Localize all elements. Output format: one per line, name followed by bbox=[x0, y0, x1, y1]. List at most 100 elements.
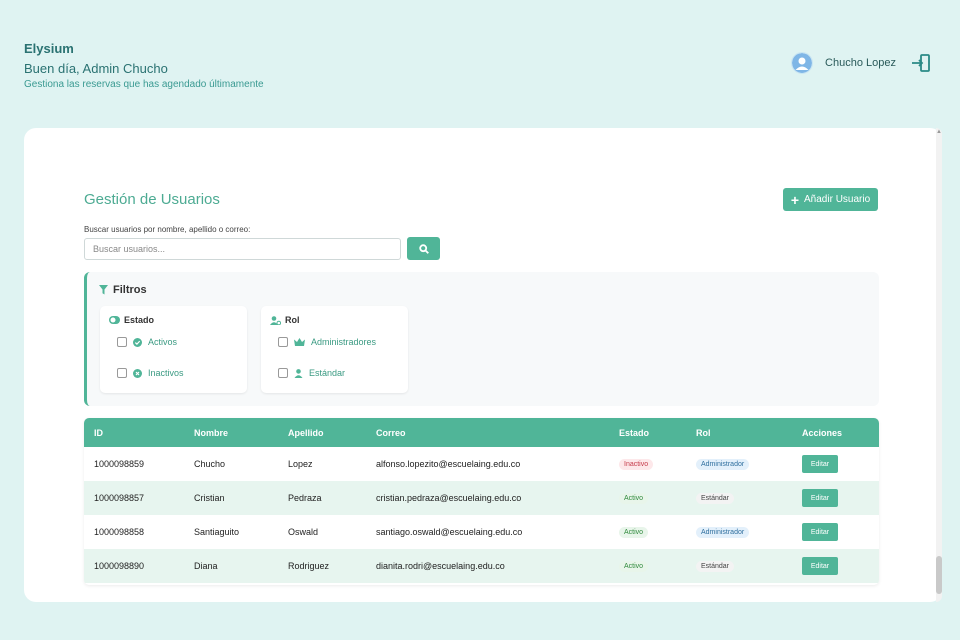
x-circle-icon bbox=[133, 368, 142, 378]
role-badge: Estándar bbox=[696, 493, 735, 504]
table-row: 1000098858 Santiaguito Oswald santiago.o… bbox=[84, 515, 879, 549]
user-icon bbox=[294, 368, 303, 378]
cell-estado: Activo bbox=[609, 481, 686, 515]
cell-rol: Administrador bbox=[686, 515, 792, 549]
activos-checkbox[interactable] bbox=[117, 337, 127, 347]
status-badge: Activo bbox=[619, 561, 649, 572]
user-avatar-icon[interactable] bbox=[791, 52, 814, 74]
role-badge: Administrador bbox=[696, 527, 750, 538]
table-row: 1000098890 Diana Rodriguez dianita.rodri… bbox=[84, 549, 879, 583]
cell-nombre: Chucho bbox=[194, 459, 226, 469]
administradores-label: Administradores bbox=[311, 337, 377, 347]
cell-id: 1000098859 bbox=[94, 459, 145, 469]
cell-nombre: Santiaguito bbox=[194, 527, 240, 537]
cell-rol: Administrador bbox=[686, 447, 792, 481]
cell-acciones: Editar bbox=[792, 447, 879, 481]
administradores-checkbox[interactable] bbox=[278, 337, 288, 347]
crown-icon bbox=[294, 338, 305, 346]
edit-button[interactable]: Editar bbox=[802, 455, 838, 473]
filters-title-label: Filtros bbox=[113, 284, 147, 296]
cell-nombre: Cristian bbox=[194, 493, 225, 503]
estandar-label: Estándar bbox=[309, 368, 346, 378]
main-card: ▲ Gestión de Usuarios + Añadir Usuario B… bbox=[24, 128, 942, 602]
search-label: Buscar usuarios por nombre, apellido o c… bbox=[84, 225, 251, 234]
user-area: Chucho Lopez bbox=[791, 52, 932, 74]
filter-option-estandar[interactable]: Estándar bbox=[278, 368, 345, 378]
cell-acciones: Editar bbox=[792, 515, 879, 549]
filter-group-title: Estado bbox=[109, 315, 154, 325]
role-badge: Estándar bbox=[696, 561, 735, 572]
scroll-up-icon[interactable]: ▲ bbox=[936, 128, 942, 136]
filter-option-inactivos[interactable]: Inactivos bbox=[117, 368, 184, 378]
cell-acciones: Editar bbox=[792, 549, 879, 583]
estandar-checkbox[interactable] bbox=[278, 368, 288, 378]
filter-rol-title: Rol bbox=[285, 315, 300, 325]
column-header-nombre[interactable]: Nombre bbox=[184, 418, 278, 447]
column-header-apellido[interactable]: Apellido bbox=[278, 418, 366, 447]
search-input[interactable] bbox=[84, 238, 401, 260]
page-title: Gestión de Usuarios bbox=[84, 191, 220, 208]
user-cog-icon bbox=[270, 315, 281, 325]
cell-correo: santiago.oswald@escuelaing.edu.co bbox=[376, 527, 523, 537]
column-header-acciones: Acciones bbox=[802, 427, 843, 438]
add-user-button[interactable]: + Añadir Usuario bbox=[783, 188, 878, 211]
filter-group-estado: Estado Activos Inactivos bbox=[100, 306, 247, 393]
cell-apellido: Rodriguez bbox=[288, 561, 330, 571]
cell-nombre: Diana bbox=[194, 561, 218, 571]
users-table: ID Nombre Apellido Correo Estado Rol Acc… bbox=[84, 418, 879, 585]
filter-option-activos[interactable]: Activos bbox=[117, 337, 177, 347]
edit-button[interactable]: Editar bbox=[802, 557, 838, 575]
filter-group-title: Rol bbox=[270, 315, 300, 325]
filters-title: Filtros bbox=[99, 284, 147, 296]
status-badge: Inactivo bbox=[619, 459, 654, 470]
cell-rol: Estándar bbox=[686, 481, 792, 515]
cell-apellido: Lopez bbox=[288, 459, 313, 469]
edit-button[interactable]: Editar bbox=[802, 489, 838, 507]
cell-correo: cristian.pedraza@escuelaing.edu.co bbox=[376, 493, 522, 503]
table-row: 1000098859 Chucho Lopez alfonso.lopezito… bbox=[84, 447, 879, 481]
plus-icon: + bbox=[790, 191, 800, 208]
app-title: Elysium bbox=[24, 41, 74, 56]
cell-correo: dianita.rodri@escuelaing.edu.co bbox=[376, 561, 505, 571]
greeting-text: Buen día, Admin Chucho bbox=[24, 61, 168, 76]
role-badge: Administrador bbox=[696, 459, 750, 470]
cell-estado: Inactivo bbox=[609, 447, 686, 481]
table-row: 1000098857 Cristian Pedraza cristian.ped… bbox=[84, 481, 879, 515]
status-badge: Activo bbox=[619, 527, 649, 538]
filter-icon bbox=[99, 285, 108, 295]
activos-label: Activos bbox=[148, 337, 178, 347]
cell-id: 1000098857 bbox=[94, 493, 145, 503]
column-header-id[interactable]: ID bbox=[84, 418, 184, 447]
column-header-rol[interactable]: Rol bbox=[686, 418, 792, 447]
search-icon bbox=[418, 243, 429, 254]
check-circle-icon bbox=[133, 337, 142, 347]
cell-correo: alfonso.lopezito@escuelaing.edu.co bbox=[376, 459, 521, 469]
toggle-icon bbox=[109, 316, 120, 324]
search-button[interactable] bbox=[407, 237, 440, 260]
cell-estado: Activo bbox=[609, 515, 686, 549]
inactivos-label: Inactivos bbox=[148, 368, 184, 378]
cell-id: 1000098890 bbox=[94, 561, 145, 571]
cell-apellido: Pedraza bbox=[288, 493, 322, 503]
scrollbar[interactable] bbox=[936, 128, 942, 602]
edit-button[interactable]: Editar bbox=[802, 523, 838, 541]
add-user-label: Añadir Usuario bbox=[804, 194, 871, 205]
page-header: Elysium Buen día, Admin Chucho Gestiona … bbox=[24, 41, 264, 91]
cell-acciones: Editar bbox=[792, 481, 879, 515]
inactivos-checkbox[interactable] bbox=[117, 368, 127, 378]
scrollbar-thumb[interactable] bbox=[936, 556, 942, 594]
filters-panel: Filtros Estado Activos Inactivos Rol Adm… bbox=[84, 272, 879, 406]
header-subtitle: Gestiona las reservas que has agendado ú… bbox=[24, 79, 264, 90]
status-badge: Activo bbox=[619, 493, 649, 504]
cell-rol: Estándar bbox=[686, 549, 792, 583]
column-header-estado[interactable]: Estado bbox=[609, 418, 686, 447]
cell-apellido: Oswald bbox=[288, 527, 319, 537]
logout-icon[interactable] bbox=[910, 52, 932, 74]
user-name[interactable]: Chucho Lopez bbox=[825, 57, 896, 69]
filter-option-administradores[interactable]: Administradores bbox=[278, 337, 376, 347]
column-header-correo[interactable]: Correo bbox=[366, 418, 609, 447]
table-header-row: ID Nombre Apellido Correo Estado Rol Acc… bbox=[84, 418, 879, 447]
filter-estado-title: Estado bbox=[124, 315, 155, 325]
cell-estado: Activo bbox=[609, 549, 686, 583]
cell-id: 1000098858 bbox=[94, 527, 145, 537]
